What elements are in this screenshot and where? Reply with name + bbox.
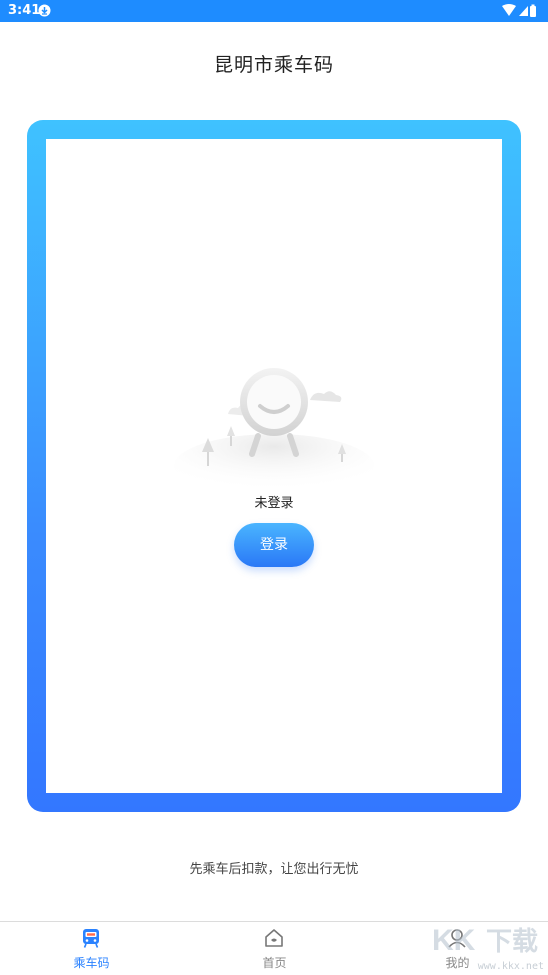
download-icon [38, 4, 51, 17]
wifi-icon [502, 4, 516, 16]
watermark: KK 下载 www.kkx.net [428, 920, 544, 974]
not-logged-in-illustration [174, 368, 374, 486]
status-icons [502, 4, 536, 17]
battery-icon [530, 6, 536, 17]
tab-home[interactable]: 首页 [183, 922, 366, 975]
svg-text:下载: 下载 [486, 927, 538, 957]
kk-logo-icon: KK 下载 [432, 924, 538, 957]
slogan: 先乘车后扣款，让您出行无忧 [189, 862, 359, 877]
page-title: 昆明市乘车码 [213, 54, 334, 76]
login-status: 未登录 [254, 496, 294, 511]
tab-label: 乘车码 [73, 956, 110, 970]
login-button[interactable]: 登录 [234, 523, 314, 567]
bus-icon [83, 929, 99, 948]
status-time: 3:41 [8, 3, 41, 18]
watermark-url: www.kkx.net [477, 961, 544, 972]
home-icon [265, 929, 283, 947]
tab-label: 首页 [262, 956, 287, 970]
signal-icon [519, 6, 528, 16]
tab-ride-code[interactable]: 乘车码 [0, 922, 183, 975]
status-bar: 3:41 [0, 0, 548, 22]
svg-text:KK: KK [432, 924, 476, 957]
